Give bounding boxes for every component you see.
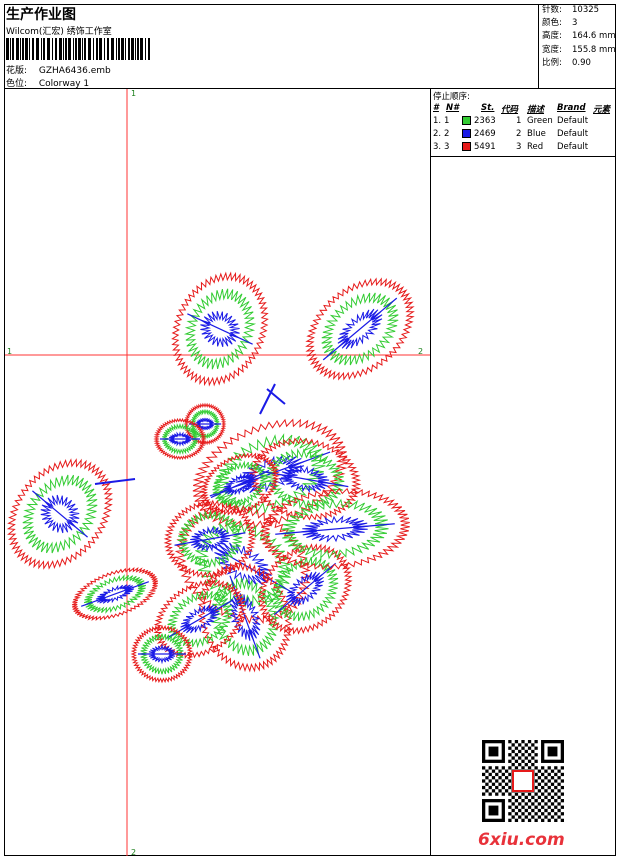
col-header-brand: Brand	[557, 103, 586, 113]
color-swatch	[462, 129, 471, 138]
design-file-label: 花版:	[6, 66, 28, 76]
col-header-desc: 描述	[527, 105, 545, 115]
table-row: 3. 3 5491 3 Red Default	[433, 142, 589, 152]
design-file-name: GZHA6436.emb	[38, 66, 111, 76]
stat-width: 宽度: 155.8 mm	[542, 44, 616, 55]
stop-sequence-table: 停止顺序: # N# St. 代码 描述 Brand 元素 1. 1 2363 …	[431, 89, 616, 156]
watermark-logo: 6xiu.com	[478, 830, 565, 850]
guide-mark-v-top: 1	[131, 89, 137, 98]
guide-mark-h-left: 1	[7, 347, 13, 356]
stat-height: 高度: 164.6 mm	[542, 31, 616, 42]
stop-sequence-bottom-rule	[431, 156, 616, 157]
company-name: Wilcom(汇宏) 绣饰工作室	[6, 27, 112, 37]
guide-mark-v-bottom: 2	[131, 848, 137, 857]
barcode	[6, 38, 150, 60]
table-row: 2. 2 2469 2 Blue Default	[433, 129, 589, 139]
panel-divider	[430, 88, 431, 856]
col-header-stitches: St.	[481, 103, 495, 113]
embroidery-design	[5, 89, 430, 856]
qr-code	[482, 740, 564, 822]
col-header-n: N#	[446, 103, 460, 113]
color-swatch	[462, 116, 471, 125]
table-row: 1. 1 2363 1 Green Default	[433, 116, 589, 126]
sheet-title: 生产作业图	[6, 7, 76, 23]
stat-colors: 颜色: 3	[542, 18, 578, 29]
design-file-line: 花版: GZHA6436.emb	[6, 63, 111, 76]
floral-embroidery-art	[6, 271, 415, 684]
color-swatch	[462, 142, 471, 151]
stop-sequence-title: 停止顺序:	[433, 92, 470, 102]
guide-mark-h-right: 2	[418, 347, 424, 356]
col-header-code: 代码	[501, 105, 519, 115]
design-stats: 针数: 10325 颜色: 3 高度: 164.6 mm 宽度: 155.8 mm 比例…	[538, 4, 616, 88]
stat-scale: 比例: 0.90	[542, 57, 591, 68]
col-header-element: 元素	[593, 105, 611, 115]
stat-stitches: 针数: 10325	[542, 5, 600, 15]
col-header-num: #	[433, 103, 439, 113]
